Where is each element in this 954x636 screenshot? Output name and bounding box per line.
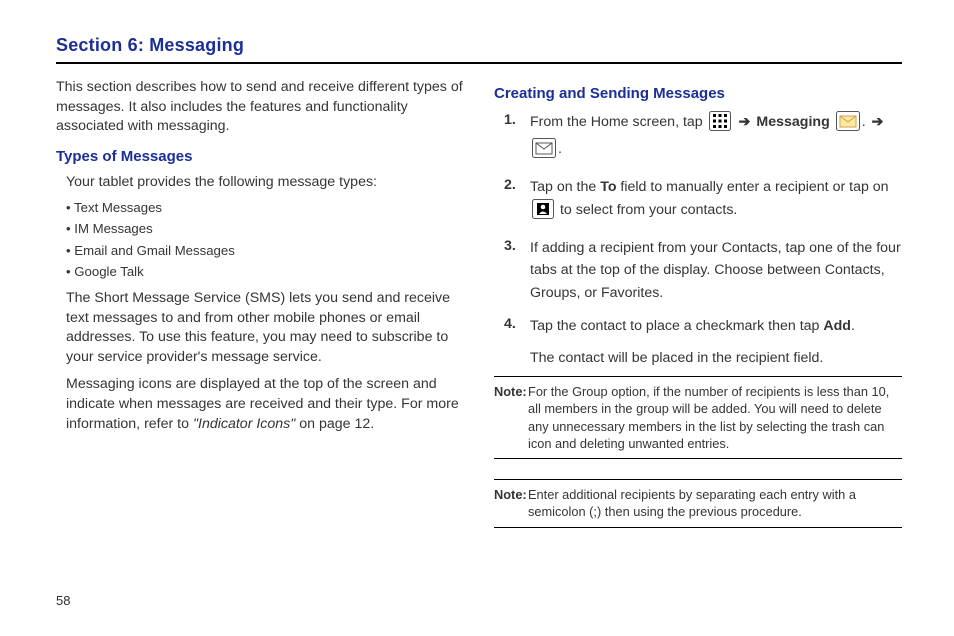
page-number: 58 — [56, 593, 70, 608]
right-column: Creating and Sending Messages 1. From th… — [494, 78, 902, 534]
bullet-item: • Text Messages — [66, 199, 464, 217]
step-number: 2. — [504, 176, 530, 226]
title-rule — [56, 62, 902, 64]
bullet-item: • Google Talk — [66, 263, 464, 281]
arrow-icon: ➔ — [739, 114, 751, 130]
messaging-envelope-icon — [836, 111, 860, 139]
note-1: Note: For the Group option, if the numbe… — [494, 383, 902, 452]
period: . — [862, 114, 866, 130]
types-bullets: • Text Messages • IM Messages • Email an… — [66, 199, 464, 281]
note-rule — [494, 527, 902, 528]
note-label: Note: — [494, 486, 527, 503]
two-column-layout: This section describes how to send and r… — [56, 78, 902, 534]
left-column: This section describes how to send and r… — [56, 78, 464, 534]
step-4-result: The contact will be placed in the recipi… — [530, 347, 902, 370]
bullet-item: • Email and Gmail Messages — [66, 242, 464, 260]
icons-paragraph: Messaging icons are displayed at the top… — [66, 375, 464, 434]
to-field-label: To — [600, 179, 616, 195]
sms-paragraph: The Short Message Service (SMS) lets you… — [66, 289, 464, 367]
types-heading: Types of Messages — [56, 147, 464, 168]
note-body: Enter additional recipients by separatin… — [528, 486, 902, 521]
messaging-label: Messaging — [756, 114, 829, 130]
intro-paragraph: This section describes how to send and r… — [56, 78, 464, 137]
note-rule — [494, 376, 902, 377]
icons-para-b: on page 12. — [295, 416, 374, 432]
step-number: 4. — [504, 315, 530, 338]
bullet-item: • IM Messages — [66, 220, 464, 238]
step-body: If adding a recipient from your Contacts… — [530, 237, 902, 305]
note-2: Note: Enter additional recipients by sep… — [494, 486, 902, 521]
types-lead: Your tablet provides the following messa… — [66, 173, 464, 193]
creating-heading: Creating and Sending Messages — [494, 84, 902, 105]
step-body: Tap on the To field to manually enter a … — [530, 176, 902, 226]
note-body: For the Group option, if the number of r… — [528, 383, 902, 452]
manual-page: Section 6: Messaging This section descri… — [0, 0, 954, 636]
arrow-icon: ➔ — [872, 114, 884, 130]
contact-icon — [532, 199, 554, 227]
step-2: 2. Tap on the To field to manually enter… — [504, 176, 902, 226]
step-body: Tap the contact to place a checkmark the… — [530, 315, 902, 338]
step-3: 3. If adding a recipient from your Conta… — [504, 237, 902, 305]
compose-envelope-icon — [532, 138, 556, 166]
indicator-icons-ref: "Indicator Icons" — [193, 416, 295, 432]
period: . — [558, 141, 562, 157]
note-label: Note: — [494, 383, 527, 400]
step-number: 3. — [504, 237, 530, 305]
step-number: 1. — [504, 111, 530, 166]
step-4: 4. Tap the contact to place a checkmark … — [504, 315, 902, 338]
note-rule — [494, 458, 902, 459]
step-1: 1. From the Home screen, tap ➔ Messaging… — [504, 111, 902, 166]
section-title: Section 6: Messaging — [56, 35, 902, 56]
add-label: Add — [823, 318, 851, 334]
note-rule — [494, 479, 902, 480]
step-body: From the Home screen, tap ➔ Messaging . … — [530, 111, 902, 166]
apps-grid-icon — [709, 111, 731, 139]
